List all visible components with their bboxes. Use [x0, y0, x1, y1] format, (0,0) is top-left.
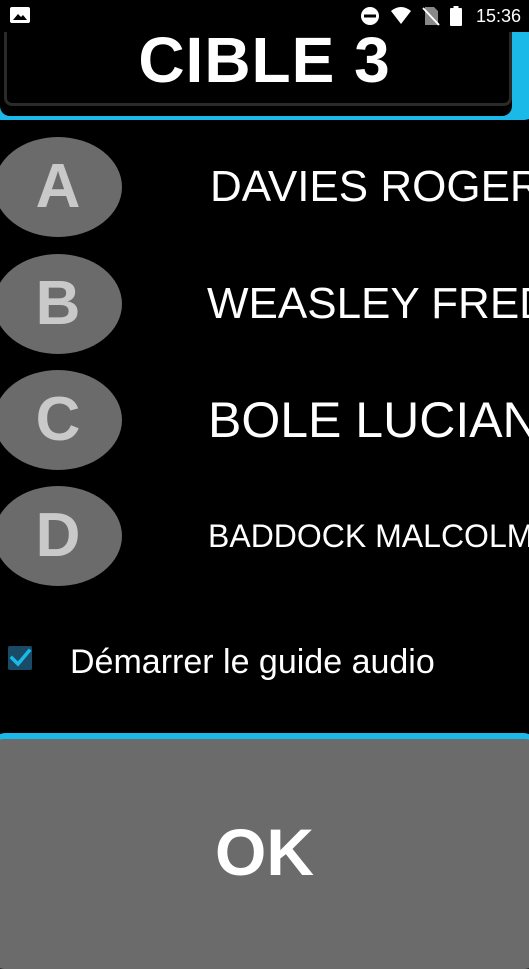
- status-time: 15:36: [475, 5, 521, 26]
- option-name[interactable]: DAVIES ROGER: [210, 137, 529, 237]
- image-icon: [10, 7, 30, 23]
- ok-button-label[interactable]: OK: [0, 812, 529, 892]
- option-b[interactable]: B WEASLEY FRED: [0, 254, 529, 354]
- option-letter: A: [35, 152, 81, 221]
- checkmark-icon: [9, 648, 32, 667]
- option-name[interactable]: WEASLEY FRED: [207, 254, 529, 354]
- page-title: CIBLE 3: [138, 24, 391, 96]
- option-letter: B: [35, 269, 81, 338]
- battery-icon: [449, 6, 462, 26]
- no-sim-icon: [422, 7, 440, 26]
- option-c[interactable]: C BOLE LUCIAN: [0, 370, 529, 470]
- option-letter: D: [35, 501, 81, 570]
- do-not-disturb-icon: [360, 7, 379, 25]
- option-d[interactable]: D BADDOCK MALCOLM: [0, 486, 529, 586]
- audio-guide-checkbox[interactable]: [8, 646, 32, 670]
- option-name[interactable]: BADDOCK MALCOLM: [208, 486, 529, 586]
- wifi-icon: [390, 7, 411, 24]
- option-name[interactable]: BOLE LUCIAN: [208, 370, 529, 470]
- option-a[interactable]: A DAVIES ROGER: [0, 137, 529, 237]
- option-letter: C: [35, 385, 81, 454]
- audio-guide-label[interactable]: Démarrer le guide audio: [70, 640, 435, 684]
- status-bar: 15:36: [0, 0, 529, 32]
